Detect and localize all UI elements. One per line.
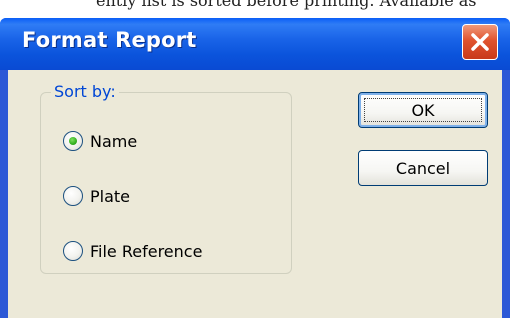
cancel-button[interactable]: Cancel [358,150,488,186]
radio-button-plate[interactable] [63,186,83,206]
dialog-body: Sort by: Name Plate File Reference OK Ca… [8,70,502,318]
radio-option-plate[interactable]: Plate [63,186,130,206]
radio-label-name: Name [90,131,138,151]
ok-button[interactable]: OK [358,92,488,128]
format-report-dialog: Format Report Sort by: Name Plate File R [0,18,510,318]
background-document: ently list is sorted before printing. Av… [0,0,510,20]
dialog-title: Format Report [22,28,197,52]
focus-rectangle [364,98,482,122]
sort-by-label: Sort by: [51,82,119,101]
title-bar: Format Report [0,18,510,70]
radio-label-file-reference: File Reference [90,241,203,261]
close-icon [471,33,489,51]
cancel-button-label: Cancel [395,158,451,178]
radio-button-file-reference[interactable] [63,241,83,261]
close-button[interactable] [462,24,498,60]
radio-label-plate: Plate [90,186,131,206]
sort-by-group: Sort by: Name Plate File Reference [40,82,292,274]
radio-option-name[interactable]: Name [63,131,137,151]
radio-button-name[interactable] [63,131,83,151]
background-text: ently list is sorted before printing. Av… [96,0,477,10]
radio-option-file-reference[interactable]: File Reference [63,241,202,261]
radio-selected-dot [69,137,77,145]
